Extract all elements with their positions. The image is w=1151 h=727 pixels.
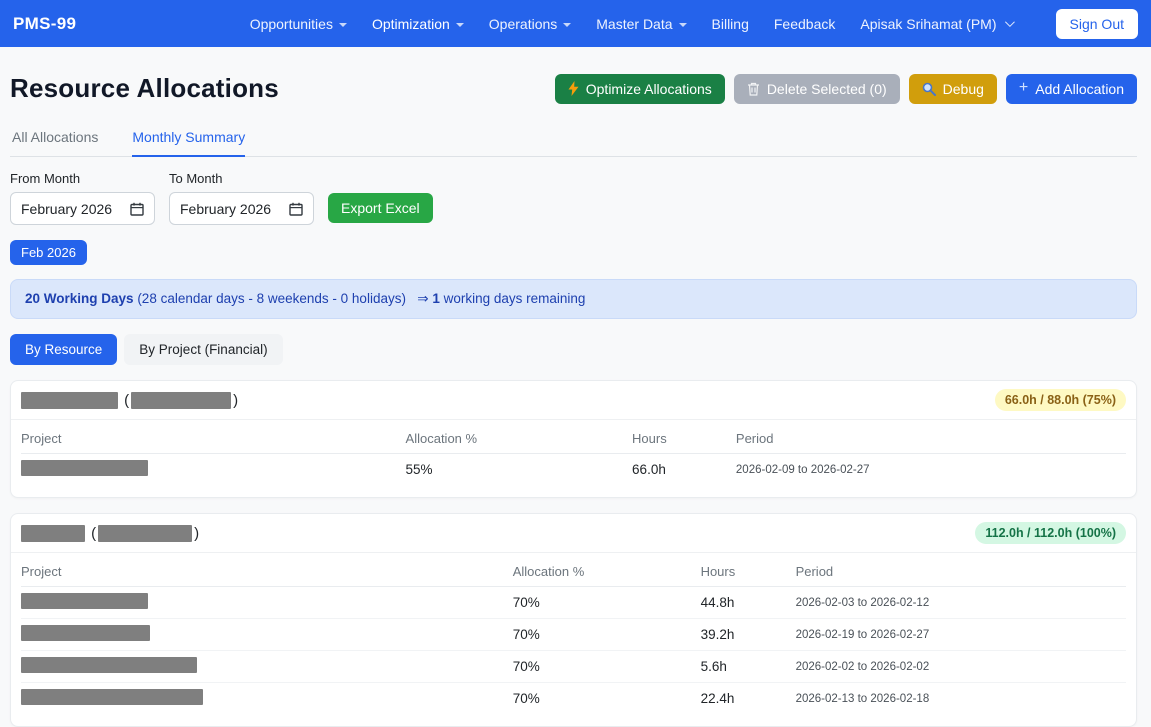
month-filters: From Month February 2026 To Month Februa…: [10, 171, 1137, 225]
hours-summary-badge: 112.0h / 112.0h (100%): [975, 522, 1126, 544]
top-navbar: PMS-99 Opportunities Optimization Operat…: [0, 0, 1151, 47]
user-menu[interactable]: Apisak Srihamat (PM): [860, 16, 1011, 32]
table-row: 70% 44.8h 2026-02-03 to 2026-02-12: [21, 587, 1126, 619]
optimize-allocations-button[interactable]: Optimize Allocations: [555, 74, 725, 104]
resource-name-redacted: ( ): [21, 525, 199, 542]
allocation-cell: 55%: [406, 454, 633, 486]
resource-card: ( ) 66.0h / 88.0h (75%) Project Allocati…: [10, 380, 1137, 498]
project-name-redaction-bar: [21, 625, 150, 641]
lightning-bolt-icon: [568, 81, 579, 96]
days-remaining-count: 1: [432, 291, 440, 306]
plus-icon: +: [1019, 80, 1028, 96]
caret-down-icon: [679, 23, 687, 27]
col-header-allocation: Allocation %: [406, 422, 633, 454]
col-header-period: Period: [796, 555, 1126, 587]
month-badge: Feb 2026: [10, 240, 87, 265]
hours-cell: 66.0h: [632, 454, 736, 486]
hours-cell: 22.4h: [701, 683, 796, 715]
allocation-table: Project Allocation % Hours Period 55% 66…: [21, 422, 1126, 485]
from-month-label: From Month: [10, 171, 155, 186]
page-title: Resource Allocations: [10, 73, 279, 104]
to-month-input[interactable]: February 2026: [169, 192, 314, 225]
nav-menu: Opportunities Optimization Operations Ma…: [250, 9, 1138, 39]
period-cell: 2026-02-03 to 2026-02-12: [796, 587, 1126, 619]
period-cell: 2026-02-13 to 2026-02-18: [796, 683, 1126, 715]
page-header: Resource Allocations Optimize Allocation…: [10, 73, 1137, 104]
days-remaining-text: working days remaining: [444, 291, 586, 306]
hours-cell: 39.2h: [701, 619, 796, 651]
calendar-icon: [130, 202, 144, 216]
tab-all-allocations[interactable]: All Allocations: [12, 129, 98, 156]
tab-bar: All Allocations Monthly Summary: [10, 129, 1137, 157]
col-header-hours: Hours: [632, 422, 736, 454]
delete-selected-button[interactable]: Delete Selected (0): [734, 74, 900, 104]
user-name: Apisak Srihamat (PM): [860, 16, 996, 32]
col-header-allocation: Allocation %: [513, 555, 701, 587]
working-days-count: 20 Working Days: [25, 291, 134, 306]
resource-card: ( ) 112.0h / 112.0h (100%) Project Alloc…: [10, 513, 1137, 727]
allocation-table: Project Allocation % Hours Period 70% 44…: [21, 555, 1126, 714]
sign-out-button[interactable]: Sign Out: [1056, 9, 1138, 39]
calendar-icon: [289, 202, 303, 216]
tab-monthly-summary[interactable]: Monthly Summary: [132, 129, 245, 157]
resource-card-header: ( ) 66.0h / 88.0h (75%): [11, 381, 1136, 420]
redaction-bar: [131, 392, 231, 409]
project-name-redaction-bar: [21, 657, 197, 673]
nav-item-master-data[interactable]: Master Data: [596, 16, 686, 32]
nav-item-feedback[interactable]: Feedback: [774, 16, 835, 32]
period-cell: 2026-02-19 to 2026-02-27: [796, 619, 1126, 651]
from-month-input[interactable]: February 2026: [10, 192, 155, 225]
resource-card-body: Project Allocation % Hours Period 55% 66…: [11, 420, 1136, 497]
nav-item-billing[interactable]: Billing: [712, 16, 749, 32]
redaction-bar: [21, 392, 118, 409]
table-row: 55% 66.0h 2026-02-09 to 2026-02-27: [21, 454, 1126, 486]
project-name-redaction-bar: [21, 689, 203, 705]
to-month-label: To Month: [169, 171, 314, 186]
allocation-cell: 70%: [513, 651, 701, 683]
by-project-button[interactable]: By Project (Financial): [124, 334, 282, 365]
allocation-cell: 70%: [513, 683, 701, 715]
view-toggle: By Resource By Project (Financial): [10, 334, 1137, 365]
resource-card-body: Project Allocation % Hours Period 70% 44…: [11, 553, 1136, 726]
period-cell: 2026-02-09 to 2026-02-27: [736, 454, 1126, 486]
col-header-period: Period: [736, 422, 1126, 454]
hours-cell: 44.8h: [701, 587, 796, 619]
allocation-cell: 70%: [513, 619, 701, 651]
redaction-bar: [98, 525, 192, 542]
period-cell: 2026-02-02 to 2026-02-02: [796, 651, 1126, 683]
arrow-glyph: ⇒: [417, 291, 428, 306]
table-row: 70% 39.2h 2026-02-19 to 2026-02-27: [21, 619, 1126, 651]
by-resource-button[interactable]: By Resource: [10, 334, 117, 365]
brand[interactable]: PMS-99: [13, 14, 76, 34]
project-name-redaction-bar: [21, 593, 148, 609]
hours-summary-badge: 66.0h / 88.0h (75%): [995, 389, 1126, 411]
hours-cell: 5.6h: [701, 651, 796, 683]
allocation-cell: 70%: [513, 587, 701, 619]
table-row: 70% 22.4h 2026-02-13 to 2026-02-18: [21, 683, 1126, 715]
nav-item-opportunities[interactable]: Opportunities: [250, 16, 347, 32]
resource-name-redacted: ( ): [21, 392, 238, 409]
nav-item-optimization[interactable]: Optimization: [372, 16, 464, 32]
nav-item-operations[interactable]: Operations: [489, 16, 571, 32]
chevron-down-icon: [1004, 17, 1014, 27]
table-row: 70% 5.6h 2026-02-02 to 2026-02-02: [21, 651, 1126, 683]
resource-card-header: ( ) 112.0h / 112.0h (100%): [11, 514, 1136, 553]
col-header-project: Project: [21, 555, 513, 587]
debug-button[interactable]: Debug: [909, 74, 997, 104]
working-days-banner: 20 Working Days (28 calendar days - 8 we…: [10, 279, 1137, 319]
export-excel-button[interactable]: Export Excel: [328, 193, 433, 223]
header-actions: Optimize Allocations Delete Selected (0)…: [555, 74, 1137, 104]
caret-down-icon: [563, 23, 571, 27]
trash-icon: [747, 82, 760, 96]
redaction-bar: [21, 525, 85, 542]
col-header-hours: Hours: [701, 555, 796, 587]
col-header-project: Project: [21, 422, 406, 454]
caret-down-icon: [456, 23, 464, 27]
magnifier-icon: [922, 82, 936, 96]
working-days-detail: (28 calendar days - 8 weekends - 0 holid…: [137, 291, 406, 306]
caret-down-icon: [339, 23, 347, 27]
project-name-redaction-bar: [21, 460, 148, 476]
add-allocation-button[interactable]: + Add Allocation: [1006, 74, 1137, 104]
